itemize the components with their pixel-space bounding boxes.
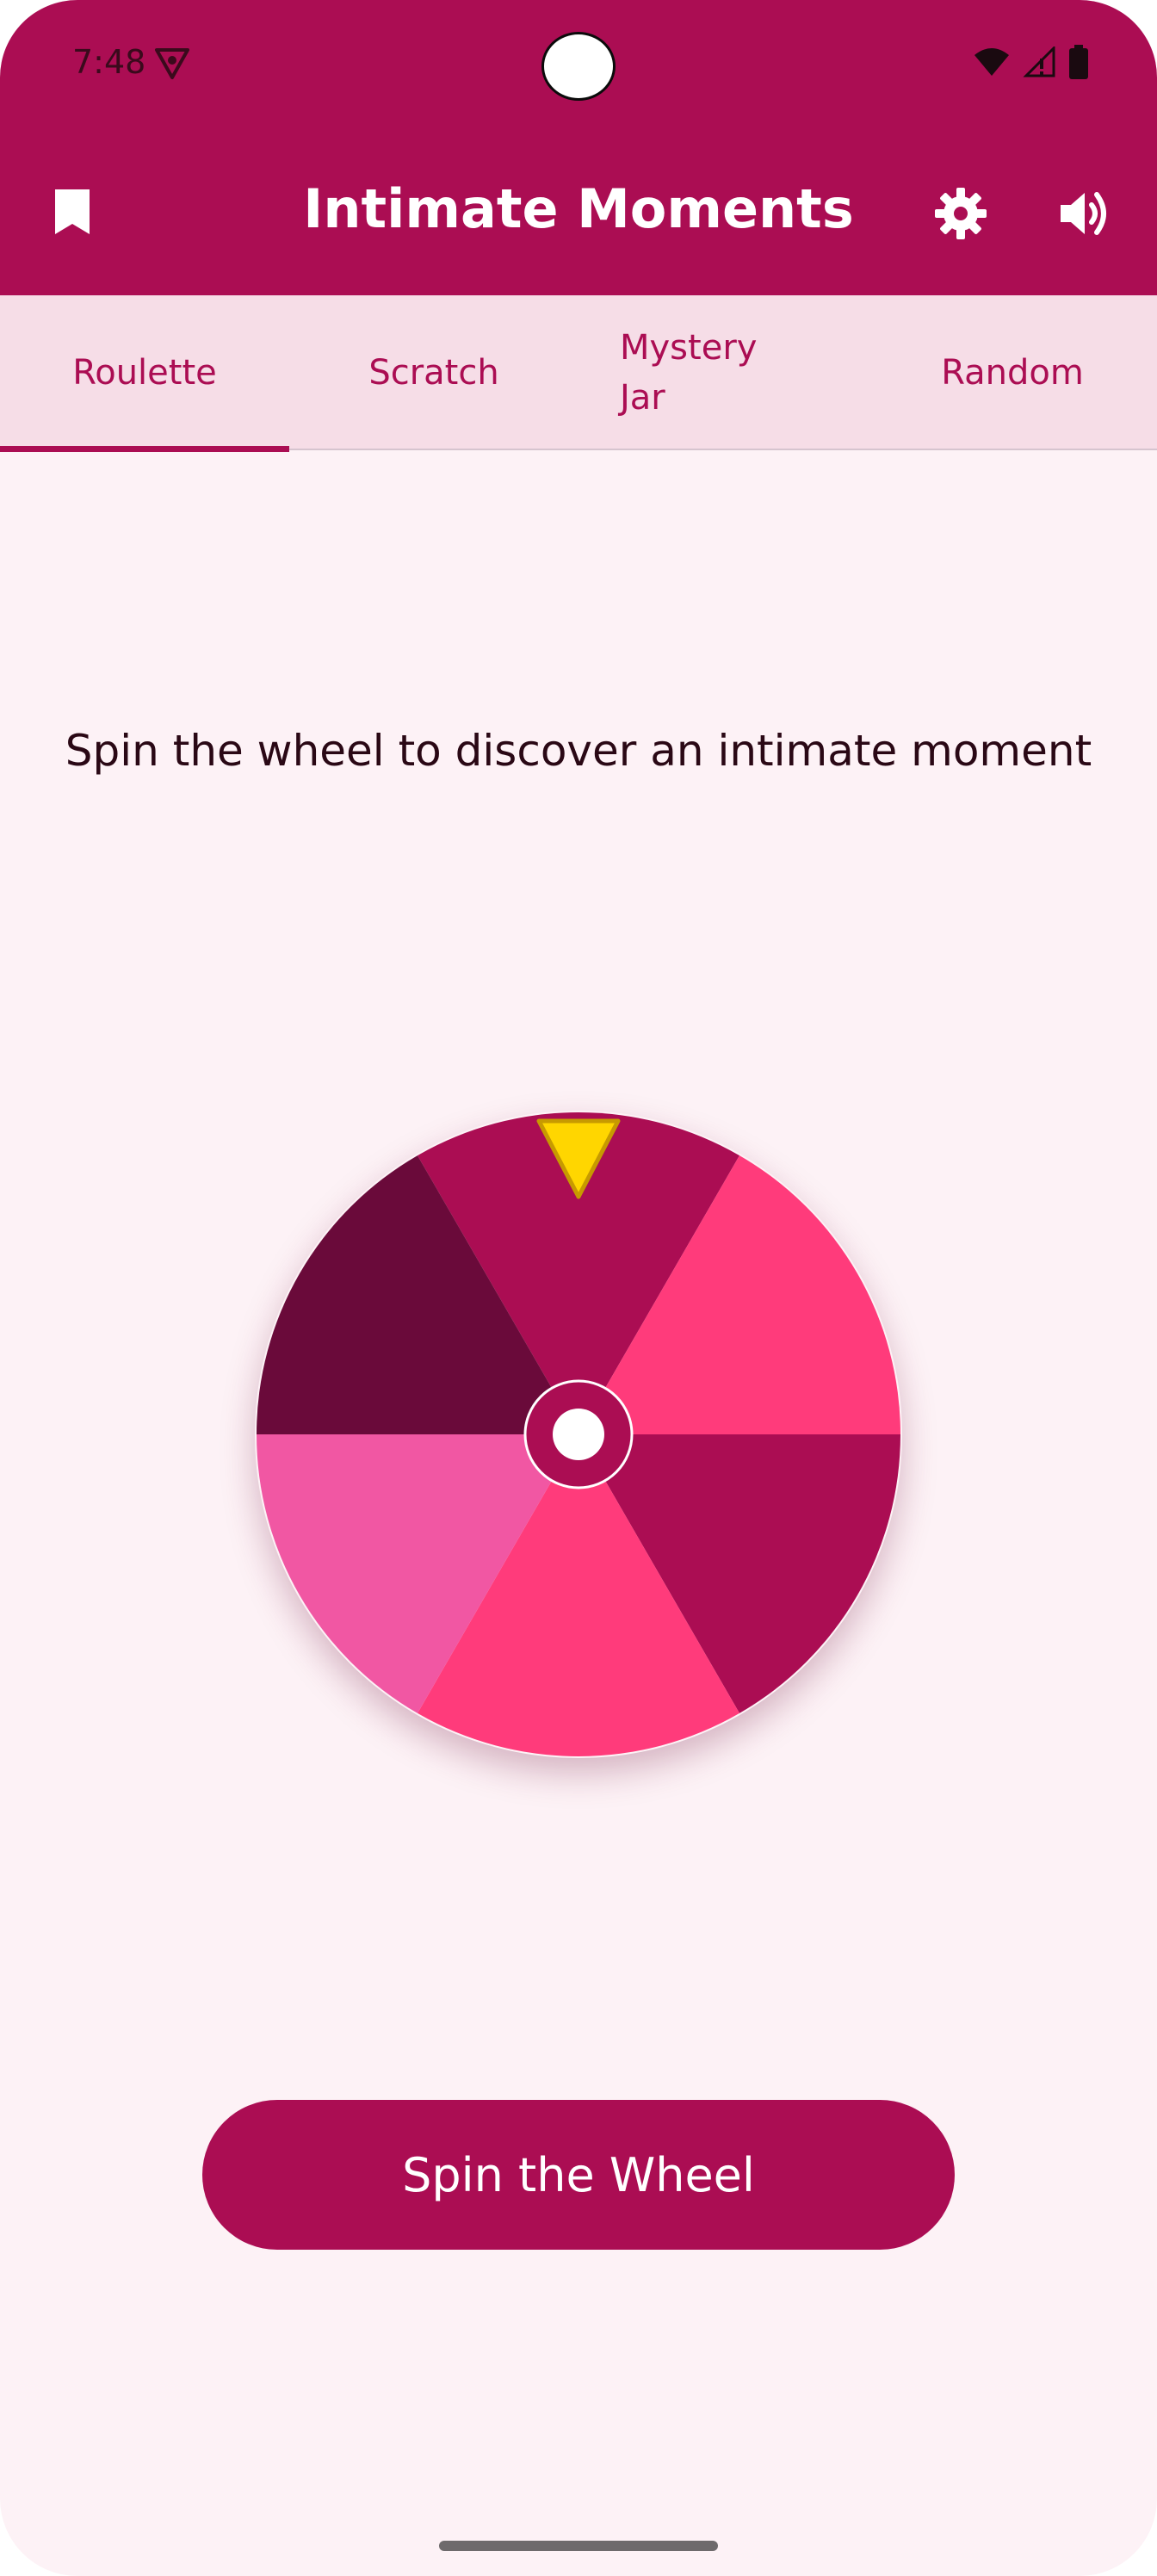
app-header: 7:48 Intimate Moments [0,0,1157,295]
tab-label: Roulette [72,353,217,393]
status-time: 7:48 [72,43,146,81]
tab-roulette[interactable]: Roulette [0,295,289,452]
spin-wheel-button[interactable]: Spin the Wheel [202,2100,955,2250]
tab-label: Mystery Jar [620,328,758,418]
tab-scratch[interactable]: Scratch [289,295,578,450]
tab-indicator [0,446,289,452]
tab-label: Scratch [368,353,499,393]
cell-signal-icon [1023,46,1055,77]
wheel-graphic [257,1112,900,1756]
volume-icon[interactable] [1057,186,1112,241]
battery-icon [1069,45,1088,79]
tab-mystery-jar[interactable]: Mystery Jar [585,295,875,450]
status-icons [973,45,1088,79]
tab-label: Random [941,353,1084,393]
tab-bar: Roulette Scratch Mystery Jar Random [0,295,1157,452]
gear-icon[interactable] [933,186,988,241]
gesture-navigation-bar[interactable] [439,2541,718,2551]
tab-random[interactable]: Random [868,295,1157,450]
wifi-icon [974,48,1009,76]
app-screen: 7:48 Intimate Moments Roulette Scratch M… [0,0,1157,2576]
roulette-wheel[interactable] [255,1111,902,1758]
wheel-hub-center [553,1409,604,1460]
instruction-text: Spin the wheel to discover an intimate m… [65,726,1092,776]
camera-cutout [541,32,616,101]
shield-icon [155,48,189,79]
